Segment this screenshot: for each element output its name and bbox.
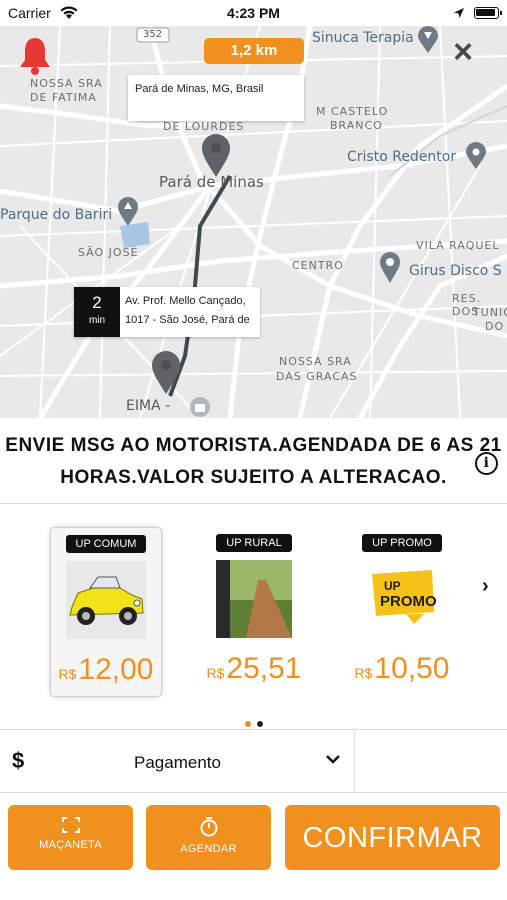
map-label: DO <box>485 320 505 333</box>
macaneta-button[interactable]: MAÇANETA <box>8 805 133 870</box>
promo-image-text: PROMO <box>380 593 437 610</box>
distance-badge: 1,2 km <box>204 38 304 64</box>
category-tag: UP COMUM <box>65 535 147 553</box>
price-value: 25,51 <box>226 652 302 685</box>
destination-address-line: 1017 - São José, Pará de <box>125 314 250 326</box>
map-label: BRANCO <box>330 119 383 132</box>
stopwatch-icon <box>200 817 217 837</box>
map-label: DE LOURDES <box>163 120 245 133</box>
map-label: CENTRO <box>292 259 344 272</box>
park-pin-icon <box>118 197 138 226</box>
map-label: Cristo Redentor <box>347 149 457 165</box>
category-tag: UP PROMO <box>362 534 442 552</box>
category-tag: UP RURAL <box>216 534 292 552</box>
origin-pin-icon <box>202 134 230 177</box>
notice-line: HORAS.VALOR SUJEITO A ALTERACAO. <box>60 467 447 488</box>
chevron-right-icon[interactable]: › <box>482 575 489 598</box>
confirm-button[interactable]: CONFIRMAR <box>285 805 500 870</box>
dirt-road-image <box>216 560 292 638</box>
schedule-label: AGENDAR <box>180 843 237 855</box>
poi-pin-icon <box>380 252 400 283</box>
map-label: Girus Disco S <box>409 263 502 279</box>
eta-unit: min <box>88 315 106 326</box>
battery-icon <box>474 7 502 19</box>
pagination-dots <box>0 714 507 732</box>
destination-callout[interactable]: 2 min Av. Prof. Mello Cançado, 1017 - Sã… <box>74 287 260 337</box>
destination-pin-icon <box>152 351 180 394</box>
macaneta-label: MAÇANETA <box>39 839 102 851</box>
destination-address: Av. Prof. Mello Cançado, 1017 - São José… <box>120 287 255 337</box>
divider <box>354 731 355 793</box>
category-price: R$12,00 <box>51 655 161 689</box>
close-icon[interactable]: × <box>448 35 478 69</box>
destination-address-line: Av. Prof. Mello Cançado, <box>125 295 246 307</box>
origin-address-callout[interactable]: Pará de Minas, MG, Brasil <box>128 75 304 121</box>
camera-pin-icon <box>466 142 486 169</box>
category-card-up-promo[interactable]: UP PROMO UP PROMO R$10,50 <box>346 527 458 697</box>
map-label: NOSSA SRA <box>279 355 352 368</box>
route-shield-label: 352 <box>143 29 163 40</box>
ride-category-carousel[interactable]: UP COMUM R$12,00 UP RURAL R$25,51 UP PRO… <box>0 505 507 730</box>
price-value: 12,00 <box>78 653 154 686</box>
payment-label: Pagamento <box>134 753 221 772</box>
currency: R$ <box>206 665 225 681</box>
map-label: Parque do Bariri <box>0 207 113 223</box>
origin-address: Pará de Minas, MG, Brasil <box>135 83 264 95</box>
expand-icon <box>61 817 80 833</box>
eta-badge: 2 min <box>74 287 120 337</box>
map-label: TUNIC <box>473 306 507 319</box>
category-price: R$10,50 <box>346 654 458 688</box>
map-label: NOSSA SRA <box>30 77 103 90</box>
promo-image-text: UP <box>384 579 401 593</box>
category-card-up-rural[interactable]: UP RURAL R$25,51 <box>198 527 310 697</box>
shopping-pin-icon <box>190 397 210 417</box>
map-view[interactable]: 352 NOSSA SRA DE FATIMA DE LOURDES M CAS… <box>0 26 507 418</box>
info-icon[interactable]: i <box>475 452 498 475</box>
location-arrow-icon <box>453 6 465 22</box>
schedule-button[interactable]: AGENDAR <box>146 805 271 870</box>
promo-badge-image: UP PROMO <box>362 560 442 638</box>
map-label: DE FATIMA <box>30 91 97 104</box>
confirm-label: CONFIRMAR <box>302 822 483 854</box>
map-label: SÃO JOSÉ <box>78 246 139 259</box>
page-dot[interactable] <box>256 721 263 727</box>
category-card-up-comum[interactable]: UP COMUM R$12,00 <box>50 527 162 697</box>
map-label: VILA RAQUEL <box>416 239 500 252</box>
eta-value: 2 <box>92 293 102 312</box>
category-price: R$25,51 <box>198 654 310 688</box>
poi-pin-icon <box>418 26 438 53</box>
currency: R$ <box>58 666 77 682</box>
map-label: EIMA - <box>126 398 171 414</box>
dollar-icon: $ <box>12 748 25 773</box>
status-bar: Carrier 4:23 PM <box>0 0 507 26</box>
payment-selector[interactable]: $ Pagamento <box>0 731 507 793</box>
price-value: 10,50 <box>374 652 450 685</box>
map-label: Sinuca Terapia <box>312 30 414 46</box>
bell-icon[interactable] <box>18 36 52 76</box>
clock: 4:23 PM <box>227 5 280 21</box>
page-dot-active[interactable] <box>244 721 251 727</box>
chevron-down-icon <box>325 752 341 770</box>
map-label: M CASTELO <box>316 105 389 118</box>
map-label: DAS GRACAS <box>276 370 358 383</box>
notice-message: ENVIE MSG AO MOTORISTA.AGENDADA DE 6 AS … <box>0 418 507 504</box>
currency: R$ <box>354 665 373 681</box>
notice-line: ENVIE MSG AO MOTORISTA.AGENDADA DE 6 AS … <box>5 435 502 456</box>
yellow-car-image <box>66 561 146 639</box>
